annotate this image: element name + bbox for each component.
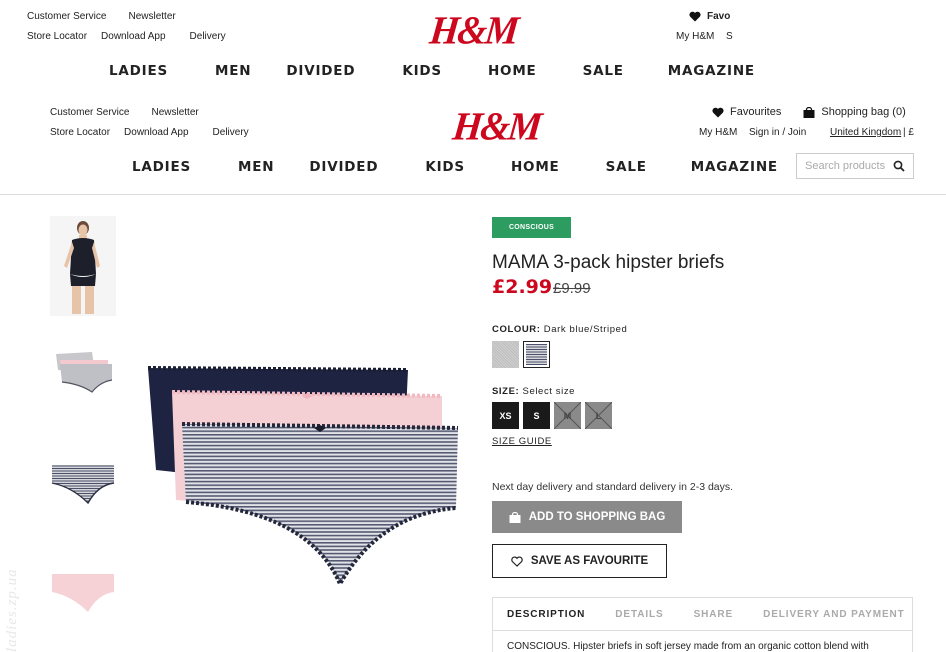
size-value: Select size bbox=[522, 386, 576, 397]
conscious-badge: CONSCIOUS bbox=[492, 217, 571, 238]
store-locator-link[interactable]: Store Locator bbox=[27, 31, 87, 42]
nav-men[interactable]: MEN bbox=[238, 159, 274, 175]
customer-service-link[interactable]: Customer Service bbox=[50, 107, 129, 118]
nav-ladies[interactable]: LADIES bbox=[109, 63, 168, 79]
size-l-button-unavailable[interactable]: L bbox=[585, 402, 612, 429]
thumbnail-model[interactable] bbox=[50, 216, 116, 316]
tab-details[interactable]: DETAILS bbox=[615, 609, 663, 620]
save-favourite-label: SAVE AS FAVOURITE bbox=[530, 555, 649, 567]
nav-kids[interactable]: KIDS bbox=[402, 63, 442, 79]
colour-swatch-striped[interactable] bbox=[523, 341, 550, 368]
favourites-link[interactable]: Favo bbox=[689, 10, 730, 22]
product-title: MAMA 3-pack hipster briefs bbox=[492, 252, 725, 273]
thumbnail-striped[interactable] bbox=[50, 463, 116, 507]
country-selector[interactable]: United Kingdom bbox=[830, 127, 901, 138]
newsletter-link[interactable]: Newsletter bbox=[128, 11, 175, 22]
header: Customer Service Newsletter Store Locato… bbox=[0, 96, 946, 194]
nav-magazine[interactable]: MAGAZINE bbox=[691, 159, 778, 175]
my-hm-link[interactable]: My H&M bbox=[699, 127, 737, 138]
utility-links-left: Customer Service Newsletter Store Locato… bbox=[27, 6, 226, 46]
thumbnail-pink[interactable] bbox=[50, 572, 116, 616]
shopping-bag-label: Shopping bag (0) bbox=[821, 106, 906, 118]
tab-delivery-payment[interactable]: DELIVERY AND PAYMENT bbox=[763, 609, 905, 620]
delivery-link[interactable]: Delivery bbox=[213, 127, 249, 138]
utility-links-left: Customer Service Newsletter Store Locato… bbox=[50, 102, 249, 142]
size-m-button-unavailable[interactable]: M bbox=[554, 402, 581, 429]
favourites-link[interactable]: Favourites bbox=[712, 106, 781, 118]
heart-icon bbox=[712, 107, 724, 118]
sign-in-link-top[interactable]: S bbox=[726, 31, 733, 42]
nav-divided[interactable]: DIVIDED bbox=[286, 63, 355, 79]
sale-price: £2.99 bbox=[492, 276, 553, 298]
colour-swatch-grey[interactable] bbox=[492, 341, 519, 368]
nav-divided[interactable]: DIVIDED bbox=[309, 159, 378, 175]
add-to-bag-button[interactable]: ADD TO SHOPPING BAG bbox=[492, 501, 682, 533]
nav-kids[interactable]: KIDS bbox=[425, 159, 465, 175]
nav-ladies[interactable]: LADIES bbox=[132, 159, 191, 175]
nav-sale[interactable]: SALE bbox=[606, 159, 647, 175]
heart-icon bbox=[689, 11, 701, 22]
newsletter-link[interactable]: Newsletter bbox=[151, 107, 198, 118]
utility-links-right: Favourites Shopping bag (0) bbox=[712, 102, 916, 122]
hm-logo[interactable]: H&M bbox=[428, 9, 520, 53]
nav-sale[interactable]: SALE bbox=[583, 63, 624, 79]
main-nav-top: LADIES MEN DIVIDED KIDS HOME SALE MAGAZI… bbox=[109, 63, 755, 79]
nav-home[interactable]: HOME bbox=[511, 159, 560, 175]
watermark: ladies.zp.ua bbox=[4, 568, 20, 652]
tab-description[interactable]: DESCRIPTION bbox=[507, 609, 585, 620]
favourites-label: Favourites bbox=[730, 106, 782, 118]
my-hm-link-top[interactable]: My H&M bbox=[676, 31, 714, 42]
product-main-image[interactable] bbox=[136, 362, 466, 587]
header-divider bbox=[0, 194, 946, 195]
delivery-info: Next day delivery and standard delivery … bbox=[492, 481, 734, 493]
thumbnail-3pack[interactable] bbox=[50, 350, 116, 394]
currency-indicator: | £ bbox=[903, 127, 914, 138]
customer-service-link[interactable]: Customer Service bbox=[27, 11, 106, 22]
utility-links-right: Favo bbox=[689, 6, 749, 26]
search-icon[interactable] bbox=[893, 160, 905, 172]
header-top-duplicate: Customer Service Newsletter Store Locato… bbox=[0, 0, 946, 90]
size-s-button[interactable]: S bbox=[523, 402, 550, 429]
shopping-bag-link[interactable]: Shopping bag (0) bbox=[803, 106, 906, 118]
hm-logo[interactable]: H&M bbox=[451, 105, 543, 149]
colour-label-key: COLOUR: bbox=[492, 324, 541, 335]
nav-home[interactable]: HOME bbox=[488, 63, 537, 79]
swatch-pattern bbox=[526, 344, 547, 365]
search-input[interactable] bbox=[805, 160, 893, 172]
tab-bar: DESCRIPTION DETAILS SHARE DELIVERY AND P… bbox=[493, 598, 912, 631]
size-guide-link[interactable]: SIZE GUIDE bbox=[492, 436, 552, 447]
colour-label: COLOUR: Dark blue/Striped bbox=[492, 324, 627, 335]
shopping-bag-icon bbox=[509, 511, 521, 523]
sign-in-link[interactable]: Sign in / Join bbox=[749, 127, 806, 138]
size-label-key: SIZE: bbox=[492, 386, 520, 397]
size-m-label: M bbox=[563, 410, 572, 421]
download-app-link[interactable]: Download App bbox=[124, 127, 189, 138]
size-l-label: L bbox=[595, 410, 602, 421]
search-box bbox=[796, 153, 914, 179]
save-favourite-button[interactable]: SAVE AS FAVOURITE bbox=[492, 544, 667, 578]
size-label: SIZE: Select size bbox=[492, 386, 575, 397]
product-description: CONSCIOUS. Hipster briefs in soft jersey… bbox=[507, 641, 869, 652]
colour-value: Dark blue/Striped bbox=[543, 324, 628, 335]
heart-outline-icon bbox=[511, 555, 523, 567]
nav-men[interactable]: MEN bbox=[215, 63, 251, 79]
original-price: £9.99 bbox=[553, 280, 591, 297]
store-locator-link[interactable]: Store Locator bbox=[50, 127, 110, 138]
nav-magazine[interactable]: MAGAZINE bbox=[668, 63, 755, 79]
tab-share[interactable]: SHARE bbox=[694, 609, 734, 620]
add-to-bag-label: ADD TO SHOPPING BAG bbox=[528, 511, 666, 523]
shopping-bag-icon bbox=[803, 106, 815, 118]
delivery-link[interactable]: Delivery bbox=[190, 31, 226, 42]
download-app-link[interactable]: Download App bbox=[101, 31, 166, 42]
size-xs-button[interactable]: XS bbox=[492, 402, 519, 429]
main-nav: LADIES MEN DIVIDED KIDS HOME SALE MAGAZI… bbox=[132, 159, 778, 175]
product-tabs: DESCRIPTION DETAILS SHARE DELIVERY AND P… bbox=[492, 597, 913, 652]
